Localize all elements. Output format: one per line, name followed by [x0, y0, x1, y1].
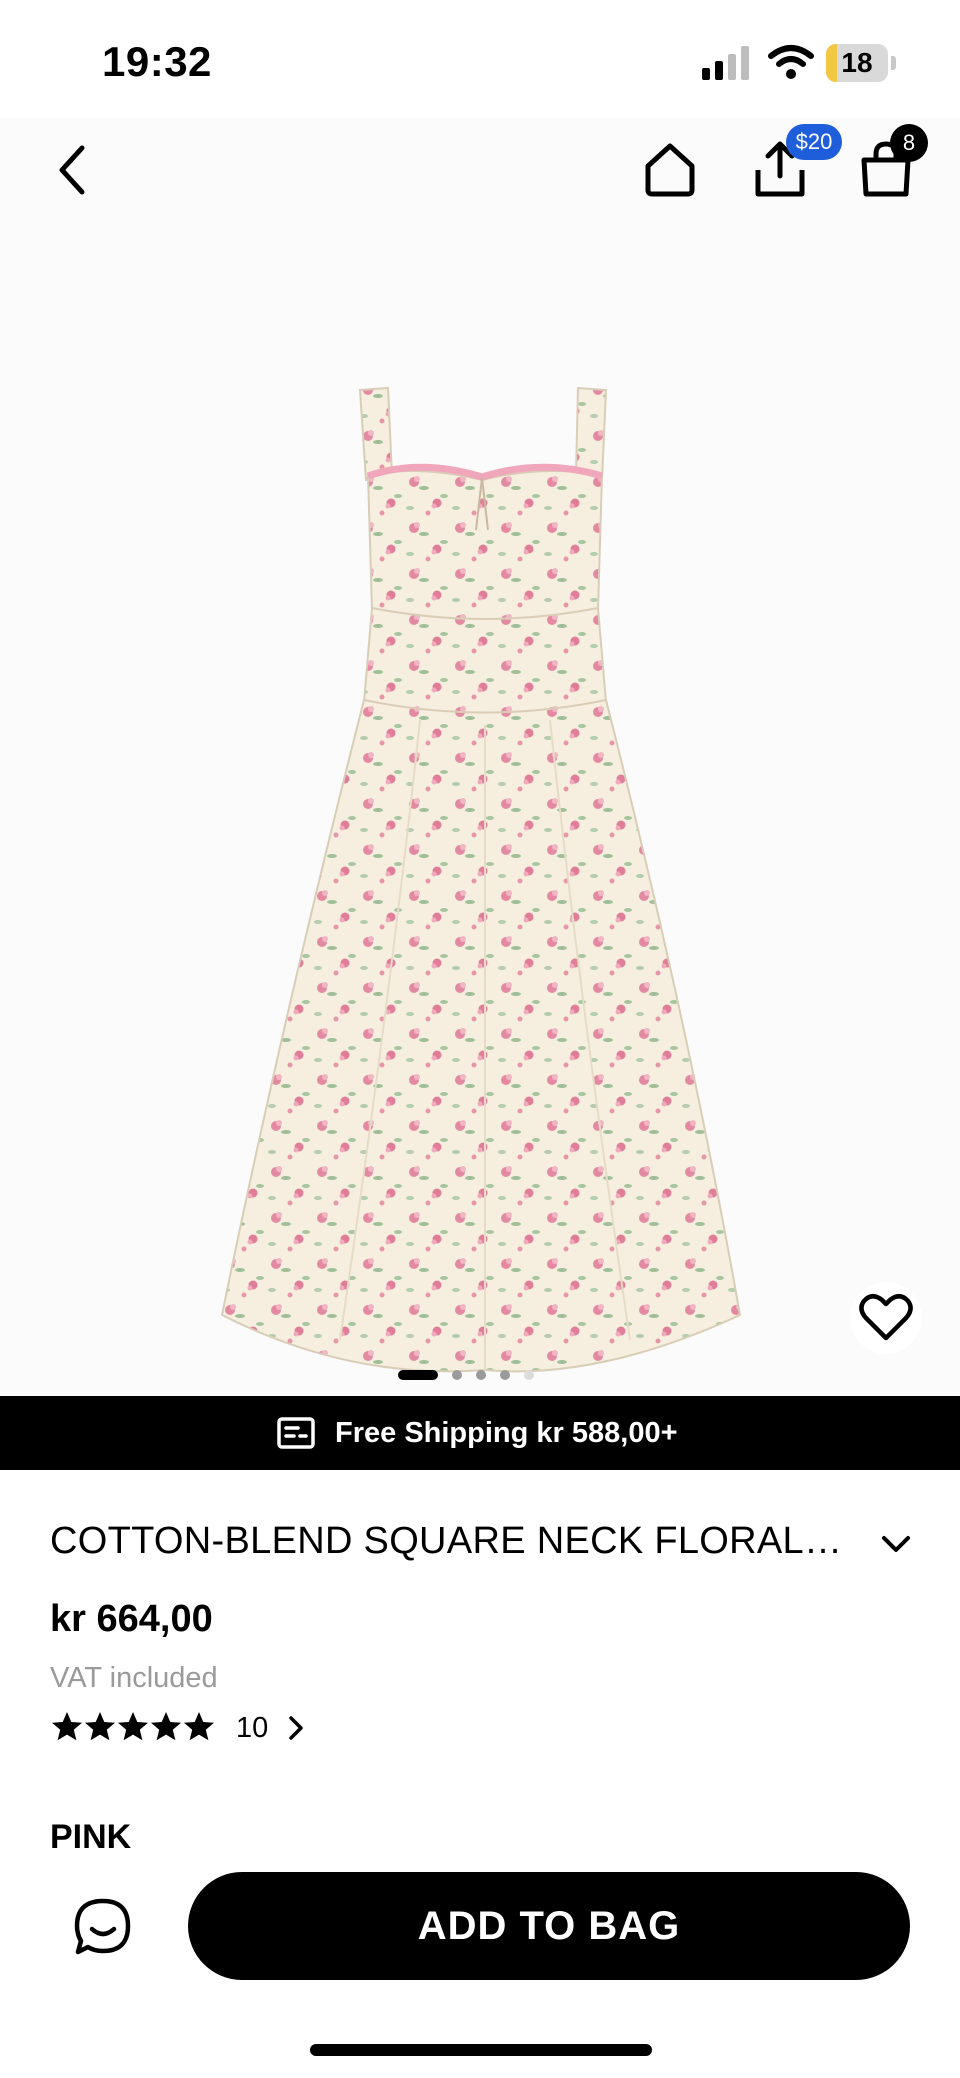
heart-icon: [859, 1294, 913, 1341]
wishlist-button[interactable]: [850, 1282, 922, 1354]
expand-title-button[interactable]: [878, 1530, 914, 1558]
star-icon: [52, 1712, 82, 1741]
shipping-icon: [277, 1417, 315, 1449]
pagination-dot[interactable]: [476, 1370, 486, 1380]
add-to-bag-button[interactable]: ADD TO BAG: [188, 1872, 910, 1980]
free-shipping-banner[interactable]: Free Shipping kr 588,00+: [0, 1396, 960, 1470]
star-icon: [85, 1712, 115, 1741]
battery-level: 18: [841, 47, 873, 78]
product-image-gallery[interactable]: $20 8: [0, 118, 960, 1396]
home-indicator: [310, 2044, 652, 2056]
status-bar: 19:32 18: [0, 0, 960, 118]
review-count: 10: [236, 1712, 269, 1744]
star-icon: [118, 1712, 148, 1741]
chat-button[interactable]: [72, 1896, 134, 1958]
battery-indicator: 18: [826, 44, 896, 82]
pagination-dot[interactable]: [524, 1370, 534, 1380]
selected-color-label: PINK: [50, 1818, 132, 1856]
cellular-signal-icon: [702, 46, 749, 80]
back-button[interactable]: [50, 140, 98, 200]
pagination-dot[interactable]: [452, 1370, 462, 1380]
product-title: COTTON-BLEND SQUARE NECK FLORAL…: [50, 1520, 843, 1562]
vat-note: VAT included: [50, 1662, 218, 1694]
pagination-dot-active[interactable]: [398, 1370, 438, 1380]
star-icon: [151, 1712, 181, 1741]
home-button[interactable]: [642, 140, 698, 198]
product-image: [220, 386, 742, 1373]
wifi-icon: [768, 45, 814, 79]
star-icon: [184, 1712, 214, 1741]
product-price: kr 664,00: [50, 1598, 213, 1640]
status-time: 19:32: [102, 38, 212, 85]
bag-count-badge: 8: [890, 124, 928, 162]
share-reward-badge: $20: [786, 124, 842, 160]
pagination-dot[interactable]: [500, 1370, 510, 1380]
free-shipping-text: Free Shipping kr 588,00+: [335, 1417, 678, 1449]
chevron-right-icon: [289, 1716, 303, 1740]
